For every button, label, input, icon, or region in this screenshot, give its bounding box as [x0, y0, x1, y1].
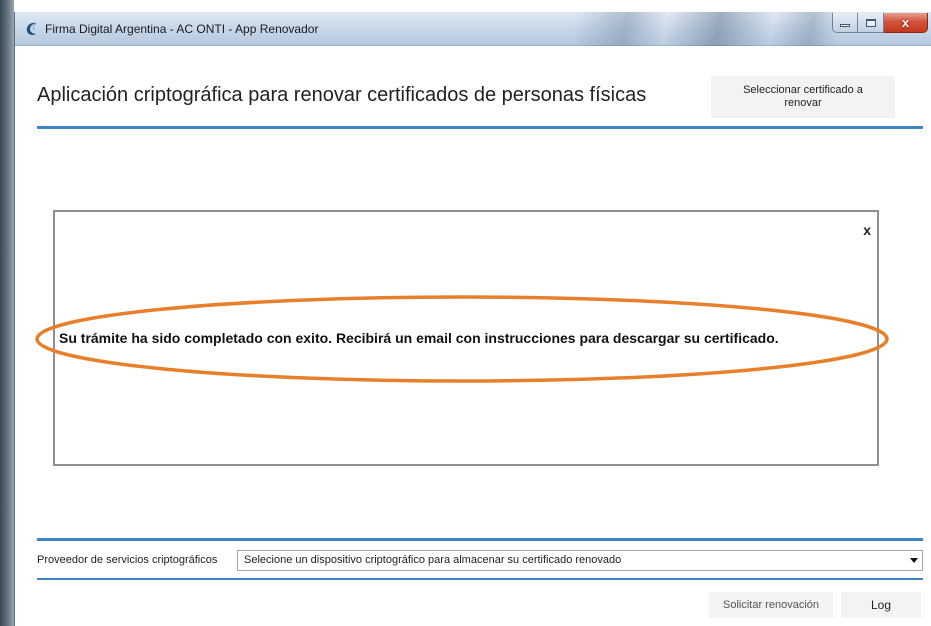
request-renewal-button[interactable]: Solicitar renovación — [709, 592, 833, 618]
maximize-icon — [865, 18, 876, 27]
close-window-button[interactable]: x — [884, 13, 928, 33]
minimize-icon — [840, 24, 850, 27]
close-icon: x — [901, 15, 910, 30]
desktop-background — [0, 0, 14, 626]
app-window: Firma Digital Argentina - AC ONTI - App … — [14, 12, 931, 626]
provider-selected-value: Selecione un dispositivo criptográfico p… — [244, 554, 622, 566]
success-message: Su trámite ha sido completado con exito.… — [59, 330, 779, 346]
success-dialog: x Su trámite ha sido completado con exit… — [53, 210, 879, 466]
provider-divider-top — [37, 538, 923, 541]
maximize-button[interactable] — [858, 13, 884, 33]
title-bar-decoration — [575, 12, 835, 46]
provider-select[interactable]: Selecione un dispositivo criptográfico p… — [237, 550, 923, 571]
log-button[interactable]: Log — [841, 592, 921, 618]
chevron-down-icon[interactable] — [910, 558, 918, 563]
window-content: Aplicación criptográfica para renovar ce… — [15, 46, 931, 626]
window-title: Firma Digital Argentina - AC ONTI - App … — [45, 22, 319, 36]
provider-divider-bottom — [37, 578, 923, 580]
page-title: Aplicación criptográfica para renovar ce… — [37, 84, 647, 106]
minimize-button[interactable] — [832, 13, 858, 33]
dialog-close-button[interactable]: x — [863, 222, 871, 238]
title-bar[interactable]: Firma Digital Argentina - AC ONTI - App … — [15, 12, 931, 46]
app-icon — [26, 22, 37, 35]
provider-label: Proveedor de servicios criptográficos — [37, 554, 218, 566]
window-controls: x — [832, 13, 928, 33]
select-certificate-button[interactable]: Seleccionar certificado a renovar — [711, 76, 895, 118]
header-divider — [37, 126, 923, 129]
